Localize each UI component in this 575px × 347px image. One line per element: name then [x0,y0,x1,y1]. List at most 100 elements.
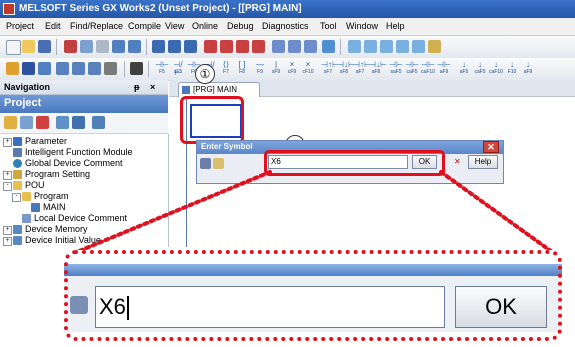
close-contact-icon[interactable]: ⊣/⊢ sF5 [171,61,185,77]
element-icon[interactable] [72,62,85,75]
line-draw-icon[interactable]: ↓ aF5 [457,61,471,77]
filter-icon[interactable] [92,116,105,129]
callout-1: ① [195,64,215,84]
sort-icon[interactable] [56,116,69,129]
menu-debug[interactable]: Debug [227,21,254,31]
layout-icon[interactable] [380,40,393,53]
operation-result-icon[interactable]: ⊣⊢ caF5 [405,61,419,77]
property-icon[interactable] [20,116,33,129]
menu-view[interactable]: View [165,21,184,31]
undo-icon[interactable] [112,40,125,53]
paste-icon[interactable] [96,40,109,53]
falling-pulse-icon[interactable]: ⊣⊢ aF9 [437,61,451,77]
element-icon[interactable] [88,62,101,75]
partial-icon[interactable] [38,62,51,75]
project-icon[interactable] [6,62,19,75]
dropdown-icon[interactable] [104,62,117,75]
navigation-title: Navigation [4,82,51,92]
delete-data-icon[interactable] [36,116,49,129]
delete-hline-icon[interactable]: × cF9 [285,61,299,77]
cancel-icon[interactable]: ✕ [454,157,465,167]
tree-item-global-device-comment[interactable]: Global Device Comment [0,158,168,169]
rising-pulse-icon[interactable]: ⊣⊢ caF10 [421,61,435,77]
zoom-icon[interactable] [428,40,441,53]
falling-branch-icon[interactable]: ⊣↓⊢ aF8 [369,61,387,77]
new-data-icon[interactable] [4,116,17,129]
open-contact-icon[interactable]: ⊣⊢ F5 [155,61,169,77]
plc-diagnostics-icon[interactable] [304,40,317,53]
separator [124,61,125,77]
dialog-close-button[interactable]: ✕ [483,141,499,153]
expand-icon[interactable]: + [3,237,12,246]
monitor-stop-icon[interactable] [220,40,233,53]
save-icon[interactable] [38,40,51,53]
cut-icon[interactable] [64,40,77,53]
falling-contact-icon[interactable]: ⊣↓⊢ sF8 [337,61,355,77]
tree-item-local-device-comment[interactable]: Local Device Comment [0,213,168,224]
vline-icon[interactable]: | sF9 [269,61,283,77]
redo-icon[interactable] [128,40,141,53]
pin-icon[interactable]: ᵽ [134,82,140,92]
simulation-icon[interactable] [288,40,301,53]
line-mode2-icon[interactable]: ↓ F10 [505,61,519,77]
monitor-icon[interactable] [204,40,217,53]
layout-icon[interactable] [396,40,409,53]
write-to-plc-icon[interactable] [152,40,165,53]
tree-item-device-memory[interactable]: + Device Memory [0,224,168,235]
copy-icon[interactable] [80,40,93,53]
module-icon [13,148,22,157]
rising-branch-icon[interactable]: ⊣↑⊢ aF7 [353,61,371,77]
invert-icon[interactable]: ⊣⊢ saF5 [389,61,403,77]
tab-main[interactable]: [PRG] MAIN [178,82,260,97]
tree-item-main[interactable]: MAIN [0,202,168,213]
collapse-icon[interactable] [72,116,85,129]
layout-icon[interactable] [412,40,425,53]
network-icon[interactable] [322,40,335,53]
diagnostics-icon[interactable] [272,40,285,53]
help-button[interactable]: Help [468,155,498,169]
line-mode3-icon[interactable]: ↓ aF9 [521,61,535,77]
symbol-type-icon[interactable] [200,158,211,169]
navigation-icon[interactable] [22,62,35,75]
tree-item-parameter[interactable]: + Parameter [0,136,168,147]
element-icon[interactable] [56,62,69,75]
expand-icon[interactable]: + [3,226,12,235]
line-mode-icon[interactable]: ↓ caF10 [489,61,503,77]
project-header[interactable]: Project [0,95,168,113]
tree-item-pou[interactable]: - POU [0,180,168,191]
collapse-icon[interactable]: - [3,182,12,191]
tree-item-program[interactable]: - Program [0,191,168,202]
coil-icon[interactable]: ⟨⟩ F7 [219,61,233,77]
menu-window[interactable]: Window [346,21,378,31]
read-from-plc-icon[interactable] [168,40,181,53]
menu-online[interactable]: Online [192,21,218,31]
instruction-icon[interactable]: [ ] F8 [235,61,249,77]
open-folder-icon[interactable] [22,40,35,53]
device-batch-icon[interactable] [236,40,249,53]
collapse-icon[interactable]: - [12,193,21,202]
layout-icon[interactable] [364,40,377,53]
menu-find-replace[interactable]: Find/Replace [70,21,123,31]
tree-item-intelligent-function-module[interactable]: Intelligent Function Module [0,147,168,158]
tree-item-program-setting[interactable]: + Program Setting [0,169,168,180]
hline-icon[interactable]: — F9 [253,61,267,77]
menu-help[interactable]: Help [386,21,405,31]
comment-icon[interactable] [213,158,224,169]
menu-edit[interactable]: Edit [45,21,61,31]
find-icon[interactable] [130,62,143,75]
menu-diagnostics[interactable]: Diagnostics [262,21,309,31]
layout-icon[interactable] [348,40,361,53]
menu-compile[interactable]: Compile [128,21,161,31]
verify-plc-icon[interactable] [184,40,197,53]
close-icon[interactable]: × [150,82,155,92]
tree-item-device-initial-value[interactable]: + Device Initial Value [0,235,168,246]
expand-icon[interactable]: + [3,138,12,147]
new-file-icon[interactable] [6,40,21,55]
watch-icon[interactable] [252,40,265,53]
delete-vline-icon[interactable]: × cF10 [301,61,315,77]
line-delete-icon[interactable]: ↓ caF5 [473,61,487,77]
menu-project[interactable]: Project [6,21,34,31]
menu-tool[interactable]: Tool [320,21,337,31]
rising-contact-icon[interactable]: ⊣↑⊢ sF7 [321,61,339,77]
expand-icon[interactable]: + [3,171,12,180]
